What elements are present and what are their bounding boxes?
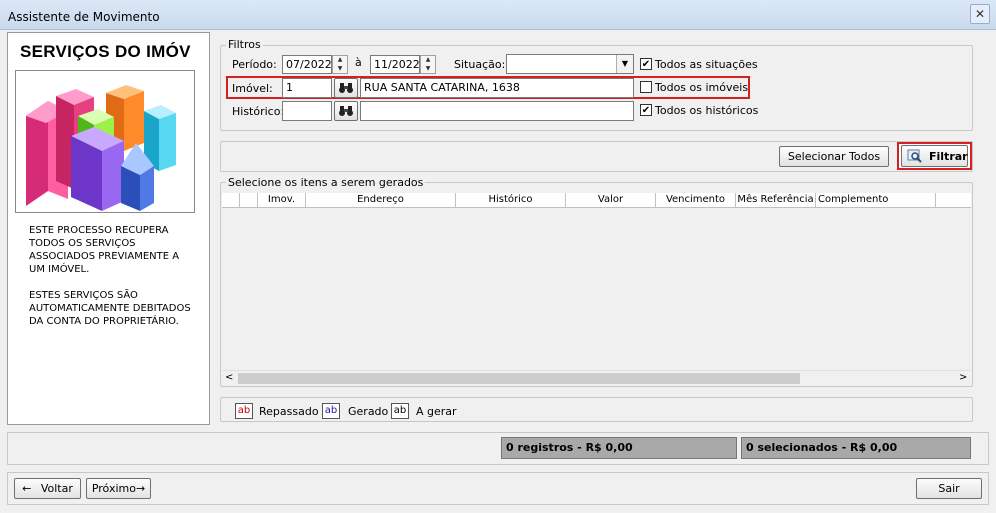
imovel-code-input[interactable]: 1 xyxy=(282,78,332,98)
historico-search-button[interactable] xyxy=(334,101,358,121)
periodo-to-spinner[interactable]: ▲ ▼ xyxy=(420,55,436,74)
imovel-label: Imóvel: xyxy=(232,82,273,95)
grid-col-imov[interactable]: Imov. xyxy=(258,193,306,207)
grid-body[interactable] xyxy=(222,208,971,370)
todos-historicos-label: Todos os históricos xyxy=(655,104,759,117)
buildings-icon xyxy=(26,85,176,211)
periodo-separator: à xyxy=(355,56,362,69)
grid-col-vencimento[interactable]: Vencimento xyxy=(656,193,736,207)
situacao-select[interactable] xyxy=(506,54,634,74)
grid-legend: Selecione os itens a serem gerados xyxy=(226,176,426,189)
periodo-to-input[interactable]: 11/2022 xyxy=(370,55,420,74)
close-icon[interactable]: ✕ xyxy=(970,4,990,24)
window-title: Assistente de Movimento xyxy=(8,10,160,24)
legend-gerado-swatch: ab xyxy=(322,403,340,419)
todos-imoveis-label: Todos os imóveis xyxy=(655,81,749,94)
spin-down-icon[interactable]: ▼ xyxy=(421,65,435,74)
buildings-illustration xyxy=(15,70,195,213)
arrow-left-icon: ← xyxy=(22,482,32,495)
spin-up-icon[interactable]: ▲ xyxy=(421,56,435,65)
registros-status: 0 registros - R$ 0,00 xyxy=(501,437,737,459)
imovel-search-button[interactable] xyxy=(334,78,358,98)
chevron-down-icon[interactable]: ▼ xyxy=(616,55,633,73)
scroll-thumb[interactable] xyxy=(238,373,800,384)
proximo-button[interactable]: Próximo→ xyxy=(86,478,151,499)
legend-gerado-label: Gerado xyxy=(348,405,389,418)
selecionados-status: 0 selecionados - R$ 0,00 xyxy=(741,437,971,459)
voltar-button[interactable]: ← Voltar xyxy=(14,478,81,499)
scroll-left-icon[interactable]: < xyxy=(225,372,233,383)
grid-col-mes-referencia[interactable]: Mês Referência xyxy=(736,193,816,207)
spin-up-icon[interactable]: ▲ xyxy=(333,56,347,65)
grid-col-select[interactable] xyxy=(222,193,240,207)
imovel-address-input[interactable]: RUA SANTA CATARINA, 1638 xyxy=(360,78,634,98)
todos-imoveis-checkbox[interactable] xyxy=(640,81,652,93)
filters-legend: Filtros xyxy=(226,38,263,51)
filter-search-icon xyxy=(907,149,922,163)
binoculars-icon xyxy=(339,83,353,93)
grid-col-valor[interactable]: Valor xyxy=(566,193,656,207)
situacao-label: Situação: xyxy=(454,58,506,71)
side-description-2: ESTES SERVIÇOS SÃO AUTOMATICAMENTE DEBIT… xyxy=(29,290,191,327)
grid-header: Imov. Endereço Histórico Valor Venciment… xyxy=(222,193,971,208)
spin-down-icon[interactable]: ▼ xyxy=(333,65,347,74)
binoculars-icon xyxy=(339,106,353,116)
side-description-1: ESTE PROCESSO RECUPERA TODOS OS SERVIÇOS… xyxy=(29,225,180,275)
historico-desc-input[interactable] xyxy=(360,101,634,121)
legend-repassado-swatch: ab xyxy=(235,403,253,419)
historico-label: Histórico: xyxy=(232,105,285,118)
periodo-from-input[interactable]: 07/2022 xyxy=(282,55,332,74)
legend-agerar-swatch: ab xyxy=(391,403,409,419)
todos-historicos-checkbox[interactable]: ✔ xyxy=(640,104,652,116)
todas-situacoes-checkbox[interactable]: ✔ xyxy=(640,58,652,70)
sair-button[interactable]: Sair xyxy=(916,478,982,499)
scroll-right-icon[interactable]: > xyxy=(959,372,967,383)
periodo-label: Período: xyxy=(232,58,277,71)
voltar-label: Voltar xyxy=(40,482,73,495)
proximo-label: Próximo xyxy=(91,482,136,495)
grid-col-endereco[interactable]: Endereço xyxy=(306,193,456,207)
legend-repassado-label: Repassado xyxy=(259,405,319,418)
filtrar-label: Filtrar xyxy=(929,150,968,163)
arrow-right-icon: → xyxy=(135,482,146,495)
todas-situacoes-label: Todos as situações xyxy=(655,58,758,71)
window-titlebar: Assistente de Movimento xyxy=(0,0,996,30)
grid-col-historico[interactable]: Histórico xyxy=(456,193,566,207)
historico-code-input[interactable] xyxy=(282,101,332,121)
selecionar-todos-button[interactable]: Selecionar Todos xyxy=(779,146,889,167)
periodo-from-spinner[interactable]: ▲ ▼ xyxy=(332,55,348,74)
side-title: SERVIÇOS DO IMÓV xyxy=(20,42,191,61)
legend-agerar-label: A gerar xyxy=(416,405,457,418)
filtrar-button[interactable]: Filtrar xyxy=(901,145,968,167)
grid-col-complemento[interactable]: Complemento xyxy=(816,193,936,207)
grid-col-status[interactable] xyxy=(240,193,258,207)
footer-bar xyxy=(7,472,989,505)
grid-horizontal-scrollbar[interactable]: < > xyxy=(222,370,971,385)
